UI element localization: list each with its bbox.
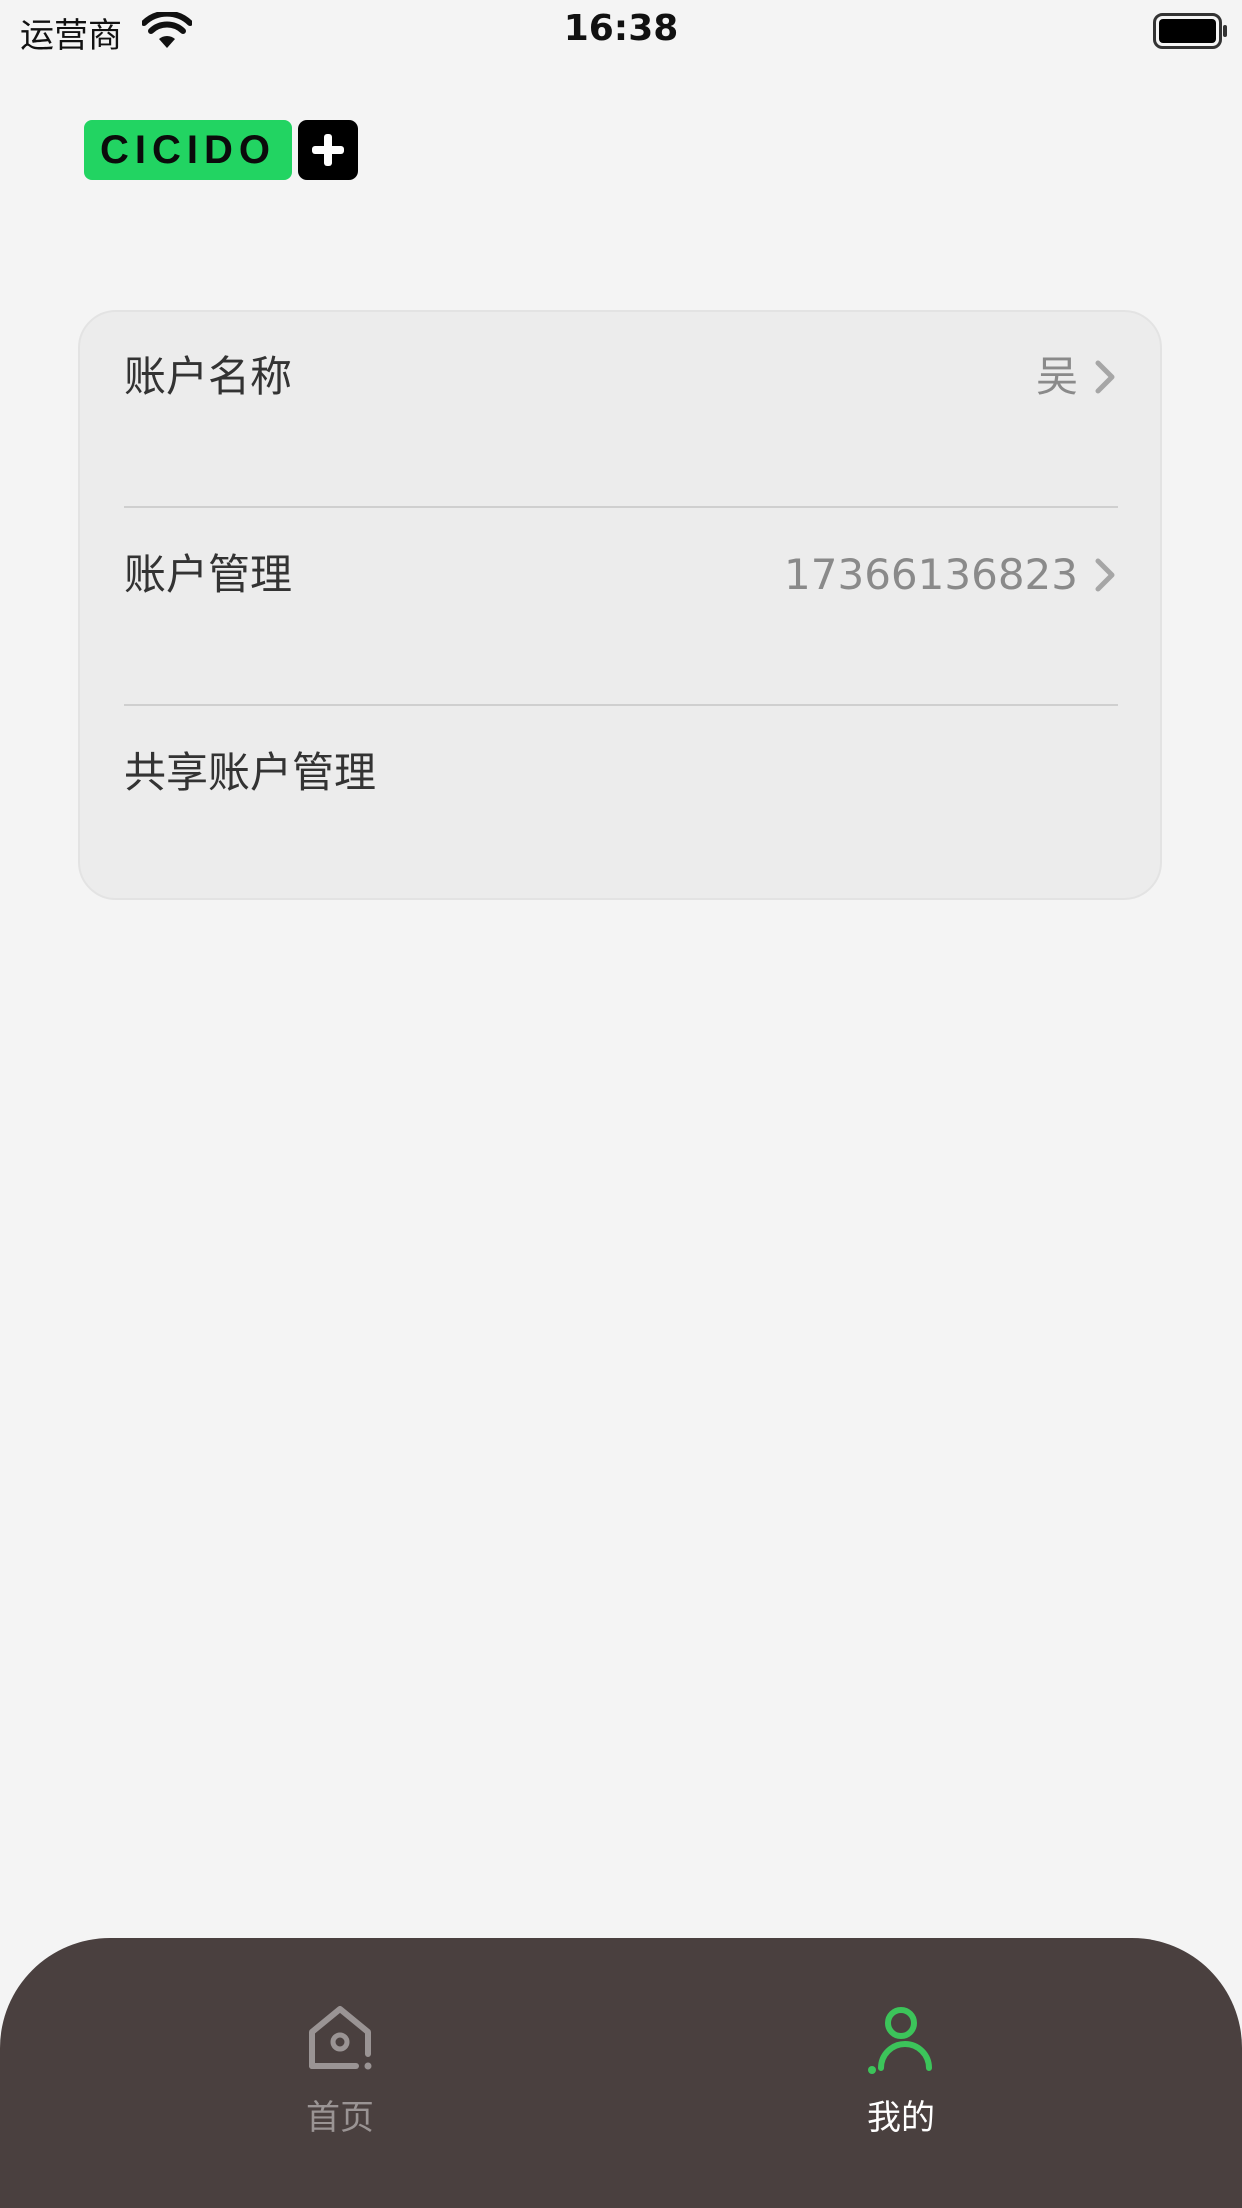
- plus-icon: [298, 120, 358, 180]
- chevron-right-icon: [1095, 360, 1115, 394]
- account-settings-card: 账户名称 吴 账户管理 17366136823 共享账户管理: [78, 310, 1162, 900]
- battery-icon: [1153, 13, 1227, 49]
- status-time: 16:38: [563, 8, 679, 49]
- chevron-right-icon: [1095, 558, 1115, 592]
- tab-mine-label: 我的: [867, 2098, 935, 2138]
- logo-wordmark: CICIDO: [84, 120, 292, 180]
- account-phone-value: 17366136823: [784, 550, 1078, 599]
- account-management-label: 账户管理: [124, 550, 293, 599]
- divider: [124, 506, 1118, 508]
- account-name-label: 账户名称: [124, 352, 293, 401]
- shared-account-management-label: 共享账户管理: [124, 748, 377, 797]
- home-icon: [309, 2006, 372, 2070]
- user-icon: [868, 2007, 932, 2074]
- account-name-row[interactable]: 账户名称 吴: [124, 312, 1118, 442]
- tab-home-label: 首页: [306, 2098, 374, 2138]
- bottom-tab-bar: 首页 我的: [0, 1938, 1242, 2208]
- tab-mine[interactable]: 我的: [751, 1938, 1051, 2138]
- tab-home[interactable]: 首页: [190, 1938, 490, 2138]
- status-bar: 运营商 16:38: [0, 0, 1242, 62]
- account-name-value: 吴: [1035, 352, 1078, 401]
- app-logo: CICIDO: [84, 120, 358, 180]
- divider: [124, 704, 1118, 706]
- account-management-row[interactable]: 账户管理 17366136823: [124, 510, 1118, 640]
- shared-account-management-row[interactable]: 共享账户管理: [124, 708, 1118, 838]
